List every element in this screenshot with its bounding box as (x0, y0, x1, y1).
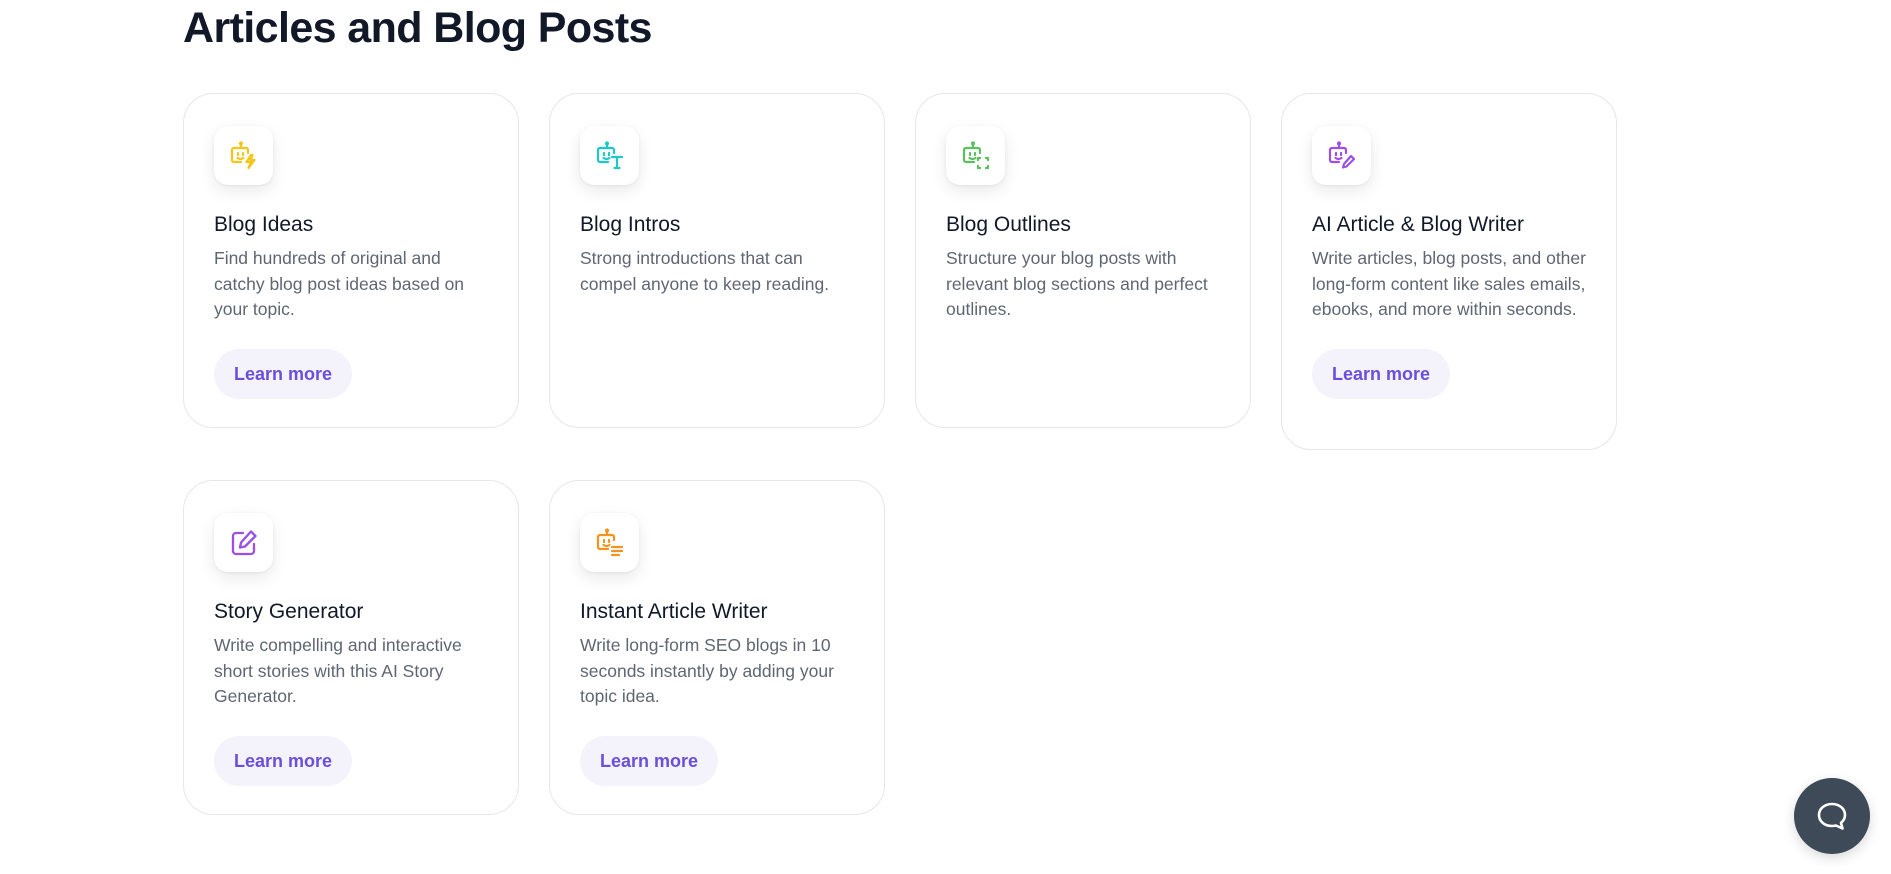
card-description: Structure your blog posts with relevant … (946, 248, 1208, 319)
learn-more-button[interactable]: Learn more (214, 348, 353, 399)
card-description: Write compelling and interactive short s… (214, 635, 462, 706)
icon-box (214, 513, 273, 572)
tool-card-story-generator[interactable]: Story Generator Write compelling and int… (183, 480, 519, 815)
robot-lines-icon (596, 527, 623, 556)
card-title: Blog Ideas (214, 213, 314, 236)
robot-bolt-icon (230, 140, 256, 169)
robot-text-icon (596, 140, 623, 169)
tool-card-blog-outlines[interactable]: Blog Outlines Structure your blog posts … (915, 93, 1251, 428)
card-description: Find hundreds of original and catchy blo… (214, 248, 465, 319)
articles-section: Articles and Blog Posts Blog Ideas Find … (0, 0, 1891, 874)
tool-card-blog-ideas[interactable]: Blog Ideas Find hundreds of original and… (183, 93, 519, 428)
card-title: Blog Intros (580, 213, 681, 236)
icon-box (214, 126, 273, 185)
learn-more-button[interactable]: Learn more (580, 735, 719, 786)
tool-card-blog-intros[interactable]: Blog Intros Strong introductions that ca… (549, 93, 885, 428)
chat-bubble-icon (1817, 802, 1847, 830)
card-description: Write long-form SEO blogs in 10 seconds … (580, 635, 834, 706)
icon-box (1312, 126, 1371, 185)
edit-square-icon (231, 529, 257, 555)
card-title: AI Article & Blog Writer (1312, 213, 1525, 236)
icon-box (580, 126, 639, 185)
card-title: Story Generator (214, 600, 364, 623)
section-title: Articles and Blog Posts (183, 4, 652, 52)
tool-card-ai-article-blog-writer[interactable]: AI Article & Blog Writer Write articles,… (1281, 93, 1617, 450)
learn-more-button[interactable]: Learn more (1312, 348, 1451, 399)
card-title: Instant Article Writer (580, 600, 768, 623)
chat-launcher-button[interactable] (1794, 778, 1870, 854)
card-description: Strong introductions that can compel any… (580, 248, 830, 294)
icon-box (580, 513, 639, 572)
robot-scan-icon (962, 140, 989, 169)
robot-pen-icon (1328, 140, 1355, 169)
card-description: Write articles, blog posts, and other lo… (1312, 248, 1586, 319)
learn-more-button[interactable]: Learn more (214, 735, 353, 786)
icon-box (946, 126, 1005, 185)
tool-card-instant-article-writer[interactable]: Instant Article Writer Write long-form S… (549, 480, 885, 815)
card-title: Blog Outlines (946, 213, 1071, 236)
